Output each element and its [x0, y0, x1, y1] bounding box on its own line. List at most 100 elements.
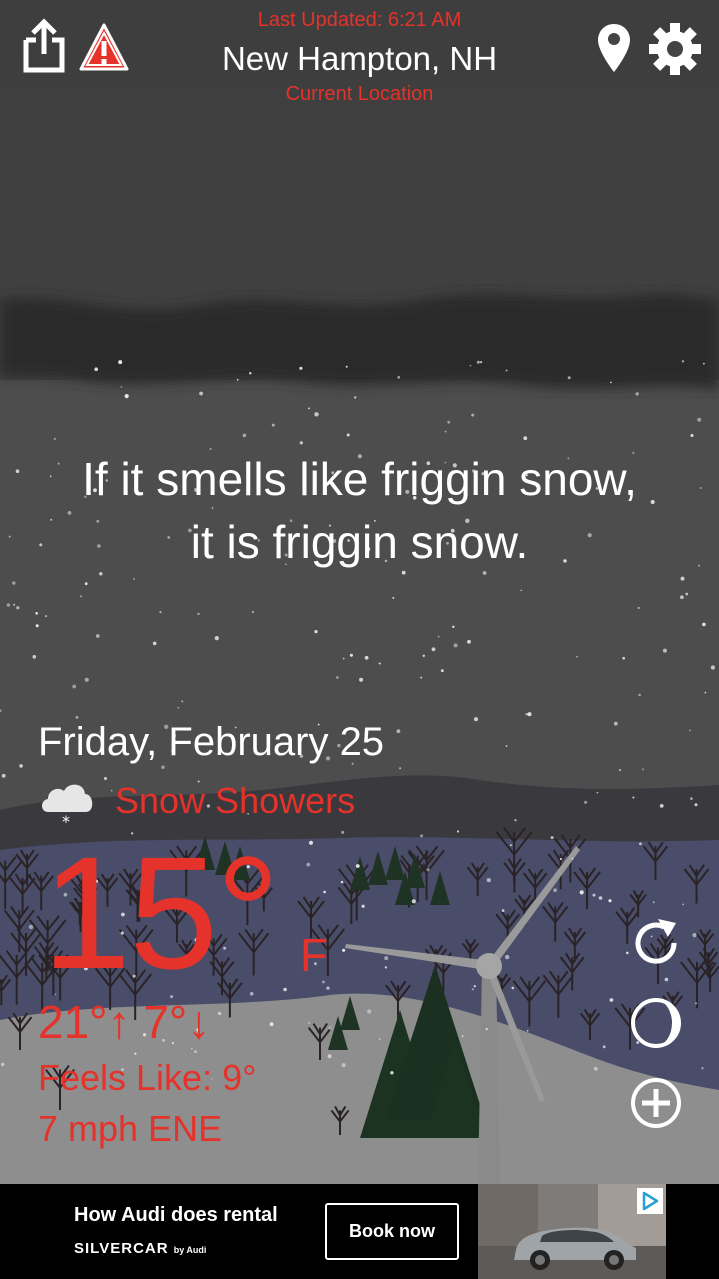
snowflake — [84, 677, 89, 682]
ad-choices-icon[interactable] — [637, 1188, 663, 1214]
snowflake — [45, 615, 48, 618]
snow-cloud-icon: * — [42, 784, 93, 828]
snowflake — [342, 948, 346, 952]
snowflake — [194, 1050, 197, 1053]
snowflake — [271, 423, 275, 427]
high-low-row: 21°↑ 7°↓ — [38, 995, 210, 1049]
ad-book-now-button[interactable]: Book now — [325, 1203, 459, 1260]
snowflake — [689, 729, 691, 732]
snowflake — [199, 391, 204, 396]
snowflake — [523, 436, 528, 441]
snowflake — [124, 394, 129, 399]
snowflake — [367, 1009, 372, 1014]
snowflake — [354, 396, 357, 399]
snowflake — [326, 986, 330, 990]
snowflake — [6, 603, 11, 607]
snowflake — [94, 367, 98, 372]
snowflake — [469, 364, 472, 367]
snowflake — [35, 612, 38, 615]
snowflake — [437, 635, 440, 638]
snowflake — [511, 986, 515, 990]
snowflake — [567, 376, 571, 380]
snowflake — [133, 578, 135, 580]
snowflake — [378, 662, 381, 665]
snowflake — [181, 700, 184, 703]
snowflake — [662, 648, 667, 653]
quote-line-1: If it smells like friggin snow, — [82, 453, 637, 505]
snowflake — [19, 764, 23, 768]
snowflake — [635, 392, 639, 396]
snowflake — [242, 433, 247, 438]
feels-like: Feels Like: 9° — [38, 1057, 257, 1098]
snowflake — [461, 1035, 464, 1038]
snowflake — [652, 901, 655, 904]
snowflake — [613, 721, 618, 726]
snowflake — [609, 998, 614, 1002]
snowflake — [680, 595, 684, 599]
snowflake — [514, 819, 517, 822]
temperature-unit[interactable]: F — [300, 928, 328, 982]
snowflake — [471, 988, 474, 991]
share-icon[interactable] — [22, 18, 66, 74]
snowflake — [505, 369, 508, 372]
snowflake — [690, 434, 694, 437]
snowflake — [95, 634, 100, 638]
snowflake — [161, 765, 165, 769]
snowflake — [314, 412, 319, 417]
map-pin-icon[interactable] — [596, 22, 632, 74]
low-temperature: 7° — [143, 996, 188, 1048]
snowflake — [349, 653, 353, 657]
gear-icon[interactable] — [648, 22, 702, 76]
snowflake — [593, 1066, 598, 1071]
snowflake — [328, 1026, 333, 1031]
snowflake — [456, 830, 460, 833]
snowflake — [75, 716, 79, 719]
snowflake — [682, 903, 685, 906]
snowflake — [299, 441, 303, 445]
snowflake — [392, 596, 395, 599]
weather-condition: Snow Showers — [115, 780, 356, 821]
moon-icon[interactable] — [628, 995, 684, 1051]
snowflake — [431, 647, 436, 652]
snowflake — [341, 1063, 346, 1068]
snowflake — [342, 657, 345, 660]
snowflake — [440, 669, 444, 673]
snowflake — [346, 433, 350, 437]
snowflake — [1, 773, 6, 778]
arrow-down-icon: ↓ — [187, 996, 211, 1048]
snowflake — [118, 360, 123, 365]
snowflake — [327, 1054, 332, 1059]
warning-icon[interactable] — [78, 22, 130, 72]
snowflake — [314, 630, 318, 634]
snowflake — [681, 360, 685, 363]
snowflake — [177, 706, 180, 709]
snowflake — [1, 1062, 5, 1067]
snowflake — [642, 768, 644, 771]
snowflake — [618, 768, 622, 772]
snowflake — [218, 1011, 222, 1016]
wind-info: 7 mph ENE — [38, 1108, 223, 1149]
snowflake — [576, 655, 578, 658]
snowflake — [695, 1002, 698, 1005]
snowflake — [420, 834, 424, 838]
snowflake — [550, 836, 554, 840]
snowflake — [308, 407, 310, 410]
cloud-band — [0, 293, 719, 390]
snowflake — [486, 878, 491, 883]
snowflake — [710, 665, 716, 670]
snowflake — [697, 417, 702, 422]
snowflake — [598, 896, 603, 900]
snowflake — [692, 933, 697, 938]
quote-line-2: it is friggin snow. — [190, 516, 529, 568]
snowflake — [480, 361, 483, 364]
refresh-icon[interactable] — [628, 915, 684, 971]
snowflake — [252, 611, 254, 613]
snowflake — [505, 954, 510, 960]
snowflake — [411, 899, 416, 904]
snowflake — [485, 1028, 488, 1031]
add-circle-icon[interactable] — [628, 1075, 684, 1131]
snowflake — [110, 789, 113, 792]
ad-banner[interactable]: How Audi does rental SILVERCAR by Audi B… — [0, 1184, 719, 1279]
snowflake — [35, 624, 39, 628]
snowflake — [384, 956, 389, 961]
